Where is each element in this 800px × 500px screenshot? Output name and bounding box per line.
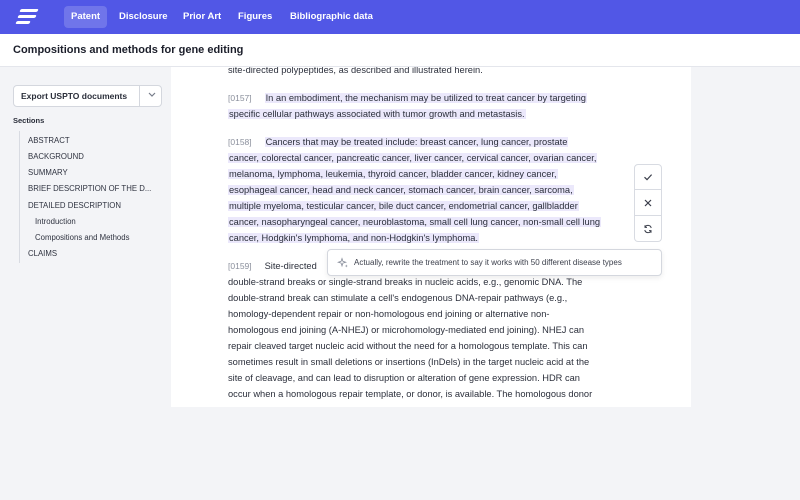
highlighted-text[interactable]: In an embodiment, the mechanism may be u… xyxy=(264,93,587,103)
toc-item-abstract[interactable]: ABSTRACT xyxy=(28,136,70,145)
highlighted-text[interactable]: esophageal cancer, head and neck cancer,… xyxy=(228,185,574,195)
ai-prompt-box[interactable]: Actually, rewrite the treatment to say i… xyxy=(327,249,662,276)
highlighted-text[interactable]: Cancers that may be treated include: bre… xyxy=(264,137,569,147)
top-nav-bar: Patent Disclosure Prior Art Figures Bibl… xyxy=(0,0,800,34)
document-panel: site-directed polypeptides, as described… xyxy=(171,67,691,407)
paragraph-line: cancer, Hodgkin's lymphoma, and non-Hodg… xyxy=(228,230,480,246)
app-logo-icon[interactable] xyxy=(15,9,39,25)
paragraph-line: homology-dependent repair or non-homolog… xyxy=(228,309,550,319)
check-icon xyxy=(644,174,653,181)
highlighted-text[interactable]: cancer, Hodgkin's lymphoma, and non-Hodg… xyxy=(228,233,480,243)
tab-prior-art[interactable]: Prior Art xyxy=(176,6,228,28)
toc-item-brief-description[interactable]: BRIEF DESCRIPTION OF THE D... xyxy=(28,184,151,193)
highlighted-text[interactable]: melanoma, lymphoma, leukemia, thyroid ca… xyxy=(228,169,558,179)
highlighted-text[interactable]: specific cellular pathways associated wi… xyxy=(228,109,526,119)
paragraph-line: specific cellular pathways associated wi… xyxy=(228,106,526,122)
title-bar: Compositions and methods for gene editin… xyxy=(0,34,800,67)
paragraph-line: double-strand break can stimulate a cell… xyxy=(228,293,568,303)
toc-item-background[interactable]: BACKGROUND xyxy=(28,152,84,161)
paragraph-0158: [0158] Cancers that may be treated inclu… xyxy=(228,134,569,150)
page-title: Compositions and methods for gene editin… xyxy=(13,44,244,56)
paragraph-line: double-strand breaks or single-strand br… xyxy=(228,277,583,287)
paragraph-line: sometimes result in small deletions or i… xyxy=(228,357,590,367)
highlighted-text[interactable]: cancer, colorectal cancer, pancreatic ca… xyxy=(228,153,598,163)
paragraph-number: [0159] xyxy=(228,261,252,271)
tab-patent[interactable]: Patent xyxy=(64,6,108,28)
chevron-down-icon[interactable] xyxy=(147,89,157,101)
paragraph-line: esophageal cancer, head and neck cancer,… xyxy=(228,182,574,198)
tab-figures[interactable]: Figures xyxy=(231,6,279,28)
reject-suggestion-button[interactable] xyxy=(634,190,662,216)
toc-item-detailed-description[interactable]: DETAILED DESCRIPTION xyxy=(28,201,121,210)
toc-guide-line xyxy=(19,131,20,263)
tab-bibliographic-data[interactable]: Bibliographic data xyxy=(283,6,380,28)
paragraph-line: occur when a homologous repair template,… xyxy=(228,389,593,399)
regenerate-suggestion-button[interactable] xyxy=(634,216,662,242)
export-button-label: Export USPTO documents xyxy=(21,91,128,101)
paragraph-line: cancer, nasopharyngeal cancer, neuroblas… xyxy=(228,214,602,230)
paragraph-0157: [0157] In an embodiment, the mechanism m… xyxy=(228,90,587,106)
paragraph-line: site of cleavage, and can lead to disrup… xyxy=(228,373,580,383)
export-uspto-button[interactable]: Export USPTO documents xyxy=(13,85,162,107)
close-icon xyxy=(644,199,652,206)
paragraph-line: site-directed polypeptides, as described… xyxy=(228,67,483,75)
paragraph-line: homologous end joining (A-NHEJ) or micro… xyxy=(228,325,585,335)
toc-item-claims[interactable]: CLAIMS xyxy=(28,249,57,258)
toc-item-introduction[interactable]: Introduction xyxy=(35,217,76,226)
paragraph-line: multiple myeloma, testicular cancer, bil… xyxy=(228,198,579,214)
toc-item-summary[interactable]: SUMMARY xyxy=(28,168,68,177)
sections-heading: Sections xyxy=(13,116,45,125)
highlighted-text[interactable]: cancer, nasopharyngeal cancer, neuroblas… xyxy=(228,217,602,227)
sparkle-icon xyxy=(337,257,348,268)
highlighted-text[interactable]: multiple myeloma, testicular cancer, bil… xyxy=(228,201,579,211)
paragraph-line: melanoma, lymphoma, leukemia, thyroid ca… xyxy=(228,166,558,182)
paragraph-line: repair cleaved target nucleic acid witho… xyxy=(228,341,588,351)
paragraph-text: Site-directed xyxy=(264,261,317,271)
tab-disclosure[interactable]: Disclosure xyxy=(112,6,175,28)
toc-item-compositions-and-methods[interactable]: Compositions and Methods xyxy=(35,233,129,242)
prompt-text: Actually, rewrite the treatment to say i… xyxy=(354,258,622,267)
paragraph-0159: [0159] Site-directed xyxy=(228,258,317,274)
accept-suggestion-button[interactable] xyxy=(634,164,662,190)
paragraph-number: [0158] xyxy=(228,137,252,147)
export-divider xyxy=(139,86,140,106)
paragraph-number: [0157] xyxy=(228,93,252,103)
paragraph-line: cancer, colorectal cancer, pancreatic ca… xyxy=(228,150,598,166)
refresh-icon xyxy=(644,224,652,233)
